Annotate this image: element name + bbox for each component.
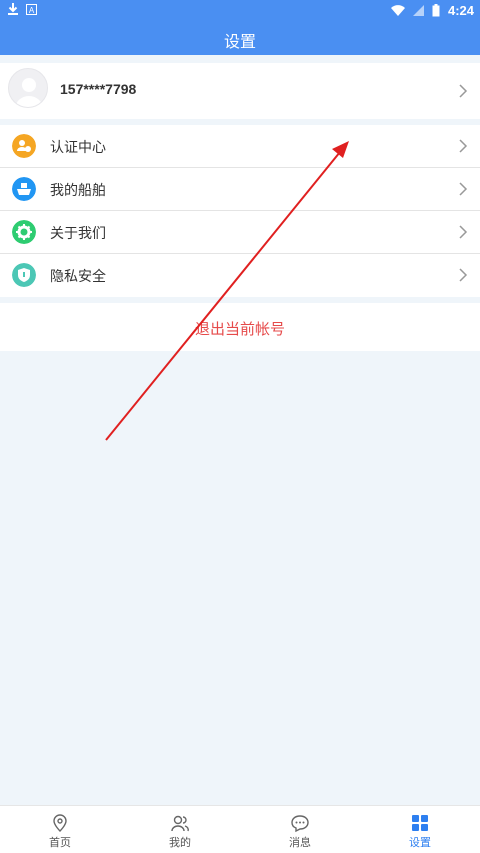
battery-icon bbox=[432, 4, 440, 17]
chevron-right-icon bbox=[459, 268, 468, 282]
menu-item-label: 认证中心 bbox=[50, 140, 106, 156]
profile-row[interactable]: 157****7798 bbox=[0, 63, 480, 119]
chevron-right-icon bbox=[459, 84, 468, 98]
shield-icon bbox=[12, 263, 36, 287]
logout-button[interactable]: 退出当前帐号 bbox=[0, 303, 480, 351]
chat-icon bbox=[291, 815, 309, 833]
certification-icon bbox=[12, 134, 36, 158]
logout-label: 退出当前帐号 bbox=[194, 320, 285, 338]
tab-label: 首页 bbox=[49, 836, 71, 849]
tab-label: 我的 bbox=[169, 836, 191, 849]
svg-text:A: A bbox=[29, 6, 35, 15]
users-icon bbox=[171, 815, 189, 832]
gear-icon bbox=[12, 220, 36, 244]
tab-label: 设置 bbox=[409, 836, 431, 849]
app-notification-icon: A bbox=[26, 3, 37, 15]
ship-icon bbox=[12, 177, 36, 201]
profile-phone: 157****7798 bbox=[60, 81, 137, 97]
chevron-right-icon bbox=[459, 139, 468, 153]
menu-item-label: 我的船舶 bbox=[50, 183, 106, 199]
menu-item-about-us[interactable]: 关于我们 bbox=[0, 211, 480, 254]
wifi-icon bbox=[390, 5, 405, 16]
chevron-right-icon bbox=[459, 182, 468, 196]
bottom-tab-bar: 首页 我的 消息 设置 bbox=[0, 805, 480, 853]
status-bar: A 4:24 bbox=[0, 0, 480, 20]
status-right-icons: 4:24 bbox=[390, 3, 474, 18]
page-title: 设置 bbox=[223, 32, 256, 51]
tab-mine[interactable]: 我的 bbox=[120, 806, 240, 853]
menu-item-my-ship[interactable]: 我的船舶 bbox=[0, 168, 480, 211]
signal-icon bbox=[412, 5, 424, 16]
avatar-icon bbox=[8, 68, 48, 108]
chevron-right-icon bbox=[459, 225, 468, 239]
status-time: 4:24 bbox=[447, 3, 474, 18]
download-icon bbox=[8, 3, 18, 15]
tab-label: 消息 bbox=[289, 836, 311, 849]
menu-item-certification[interactable]: 认证中心 bbox=[0, 125, 480, 168]
menu-item-label: 隐私安全 bbox=[50, 269, 106, 285]
menu-item-privacy-security[interactable]: 隐私安全 bbox=[0, 254, 480, 297]
title-bar: 设置 bbox=[0, 20, 480, 55]
tab-home[interactable]: 首页 bbox=[0, 806, 120, 853]
tab-messages[interactable]: 消息 bbox=[240, 806, 360, 853]
menu-item-label: 关于我们 bbox=[50, 226, 106, 242]
settings-menu: 认证中心 我的船舶 关于我们 隐私安全 bbox=[0, 125, 480, 297]
tab-settings[interactable]: 设置 bbox=[360, 806, 480, 853]
status-left-icons: A bbox=[8, 3, 37, 15]
grid-icon bbox=[412, 815, 428, 831]
location-pin-icon bbox=[53, 814, 67, 832]
